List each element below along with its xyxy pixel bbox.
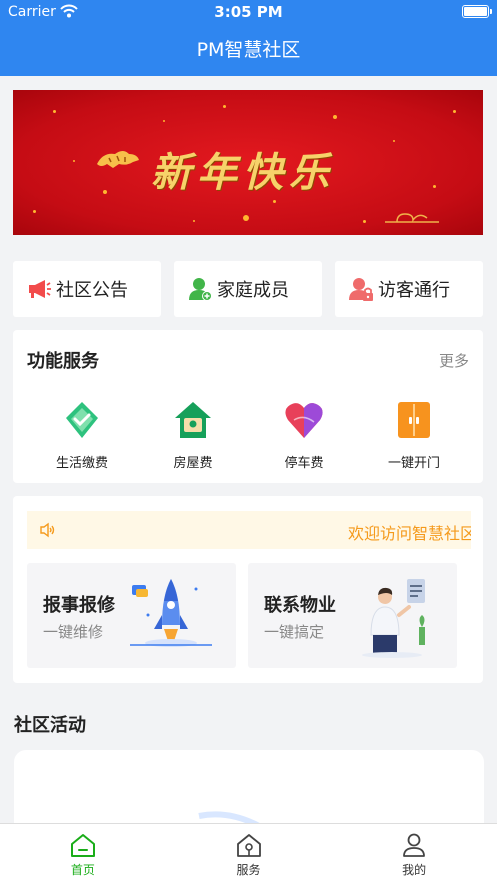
nav-bar: PM智慧社区 [0, 24, 497, 76]
tile-title: 联系物业 [264, 595, 336, 616]
service-label: 停车费 [284, 456, 324, 471]
service-parking-fee[interactable]: 停车费 [259, 400, 349, 471]
speaker-icon [40, 522, 55, 538]
tile-subtitle: 一键维修 [43, 623, 104, 641]
quick-services-card: 欢迎访问智慧社区 报事报修 一键维修 联系物业 一键搞定 [13, 496, 483, 683]
service-label: 房屋费 [173, 456, 213, 471]
service-label: 生活缴费 [55, 456, 108, 471]
quick-link-family[interactable]: 家庭成员 [174, 261, 322, 317]
promo-banner[interactable]: 新年快乐 [13, 90, 483, 235]
service-label: 一键开门 [387, 456, 440, 471]
home-icon [70, 834, 95, 857]
clock: 3:05 PM [214, 3, 283, 21]
tab-profile[interactable]: 我的 [331, 824, 497, 883]
service-life-payment[interactable]: 生活缴费 [37, 400, 127, 471]
repair-report-tile[interactable]: 报事报修 一键维修 [27, 563, 236, 668]
staff-illustration-icon [362, 579, 425, 658]
page-title: PM智慧社区 [196, 39, 301, 61]
contact-property-tile[interactable]: 联系物业 一键搞定 [248, 563, 457, 668]
cloud-ornament-icon [385, 213, 439, 223]
rocket-illustration-icon [130, 579, 212, 647]
status-bar: Carrier 3:05 PM [0, 0, 497, 24]
quick-link-label: 访客通行 [378, 280, 450, 301]
life-payment-icon [66, 402, 98, 438]
quick-link-label: 社区公告 [56, 280, 128, 301]
quick-link-announcement[interactable]: 社区公告 [13, 261, 161, 317]
tile-subtitle: 一键搞定 [264, 623, 325, 641]
profile-icon [403, 833, 426, 857]
door-open-icon [398, 402, 430, 438]
activity-image-placeholder-icon [198, 811, 261, 829]
service-door-open[interactable]: 一键开门 [369, 400, 459, 471]
quick-link-label: 家庭成员 [217, 280, 289, 301]
quick-link-visitor[interactable]: 访客通行 [335, 261, 483, 317]
banner-greeting: 新年快乐 [151, 149, 335, 196]
notice-bar[interactable]: 欢迎访问智慧社区 [27, 511, 471, 549]
activity-card[interactable] [14, 750, 484, 830]
visitor-lock-icon [349, 278, 373, 301]
tab-bar: 首页 服务 我的 [0, 823, 497, 883]
tab-label: 我的 [402, 863, 427, 877]
parking-fee-icon [285, 403, 323, 438]
house-fee-icon [175, 402, 211, 438]
services-title: 功能服务 [27, 351, 99, 372]
battery-icon [462, 5, 492, 18]
tile-title: 报事报修 [43, 595, 115, 616]
more-link[interactable]: 更多 [439, 350, 469, 371]
activity-section-title: 社区活动 [14, 715, 86, 736]
tab-label: 首页 [70, 863, 95, 877]
service-house-fee[interactable]: 房屋费 [148, 400, 238, 471]
services-card: 功能服务 更多 生活缴费 房屋费 停车费 一键开门 [13, 330, 483, 483]
notice-text: 欢迎访问智慧社区 [348, 524, 471, 543]
family-member-icon [189, 278, 212, 301]
tab-services[interactable]: 服务 [166, 824, 332, 883]
tab-label: 服务 [236, 863, 261, 877]
megaphone-icon [29, 280, 51, 298]
service-house-icon [236, 834, 261, 857]
tab-home[interactable]: 首页 [0, 824, 166, 883]
tiger-icon [97, 151, 139, 168]
